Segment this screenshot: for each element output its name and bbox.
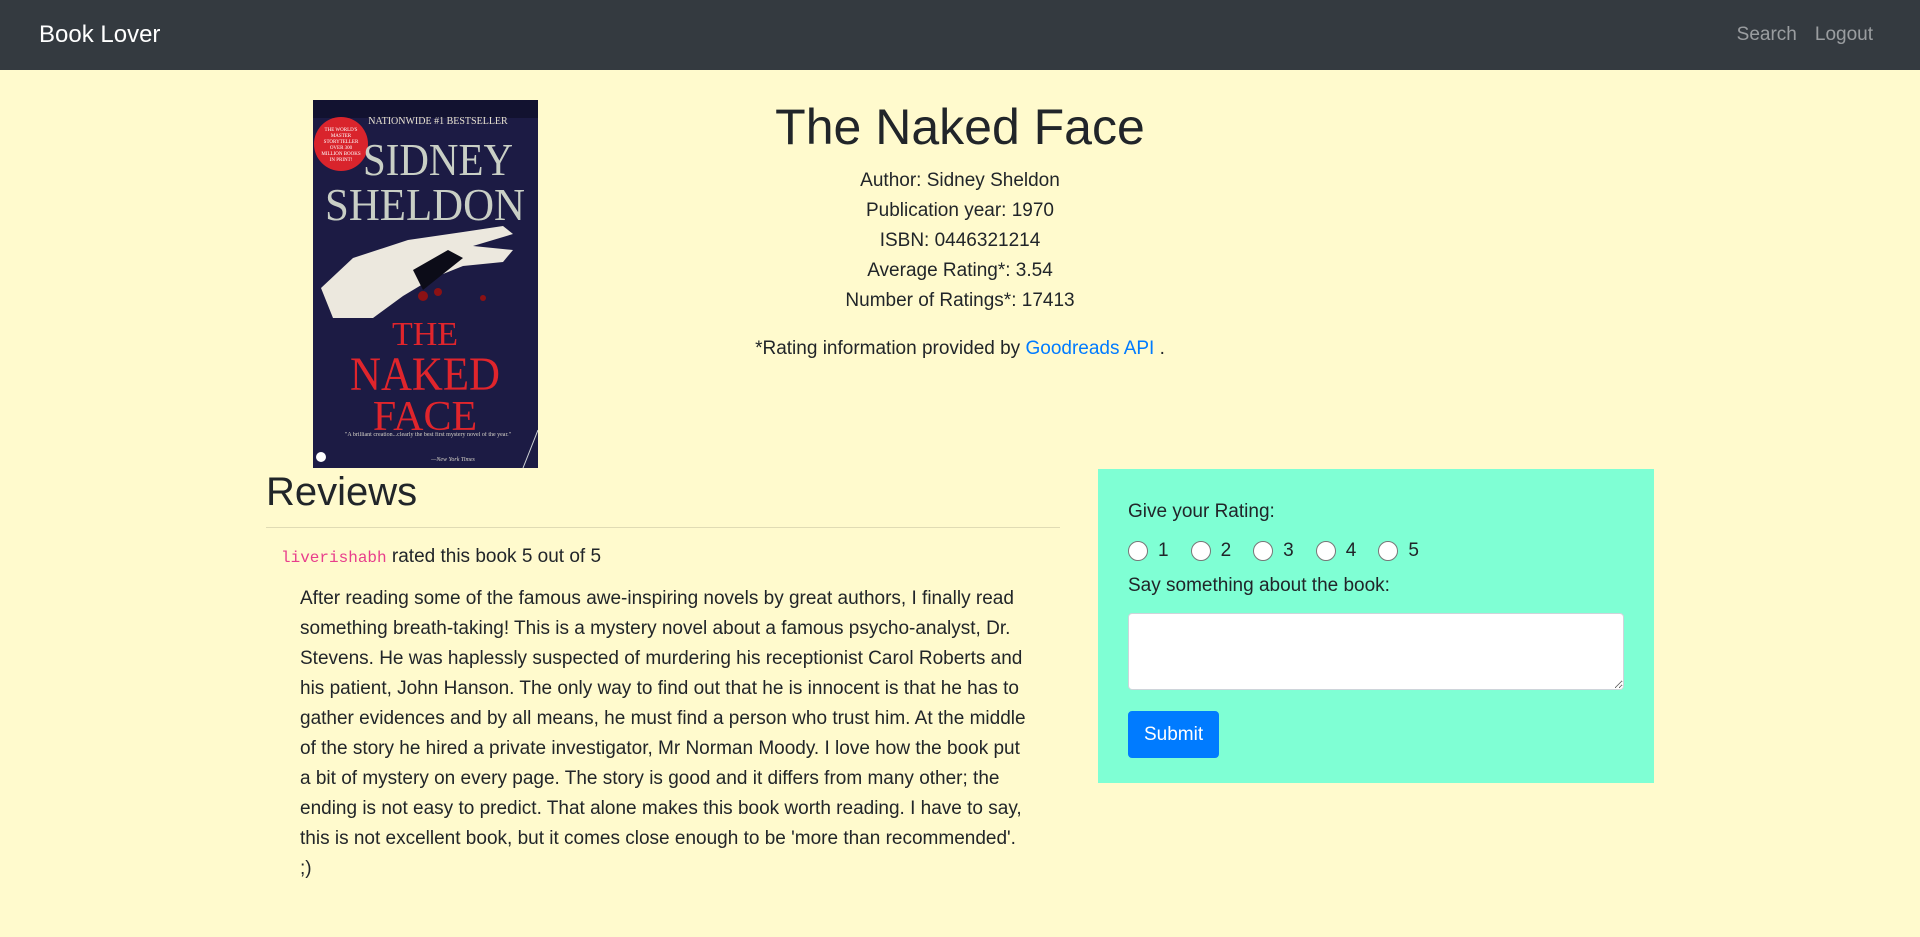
- rating-options: 1 2 3 4 5: [1128, 537, 1624, 565]
- rating-option-label: 1: [1158, 540, 1169, 561]
- cover-blurb: "A brilliant creation...clearly the best…: [344, 432, 512, 438]
- reviews-divider: [266, 527, 1060, 528]
- reviews-heading: Reviews: [266, 470, 418, 514]
- reviews-section: Reviews liverishabh rated this book 5 ou…: [266, 466, 1060, 884]
- rating-radio-4[interactable]: [1315, 541, 1336, 561]
- credit-suffix: .: [1159, 338, 1165, 359]
- book-publication-year: Publication year: 1970: [865, 200, 1054, 221]
- book-author: Author: Sidney Sheldon: [860, 170, 1060, 191]
- nav-logout-link[interactable]: Logout: [1815, 22, 1873, 48]
- book-info: The Naked Face Author: Sidney Sheldon Pu…: [560, 96, 1360, 362]
- rating-label: Give your Rating:: [1128, 501, 1275, 522]
- review-username: liverishabh: [281, 549, 387, 567]
- rating-option-label: 3: [1283, 540, 1294, 561]
- brand-link[interactable]: Book Lover: [39, 19, 160, 51]
- rating-form: Give your Rating: 1 2 3 4 5 Say somethin…: [1098, 469, 1654, 783]
- book-average-rating: Average Rating*: 3.54: [867, 260, 1053, 281]
- rating-radio-2[interactable]: [1190, 541, 1211, 561]
- credit-prefix: *Rating information provided by: [755, 338, 1021, 359]
- review-header: liverishabh rated this book 5 out of 5: [281, 544, 1060, 571]
- cover-top-banner: NATIONWIDE #1 BESTSELLER: [368, 116, 508, 127]
- goodreads-api-link[interactable]: Goodreads API: [1025, 338, 1154, 359]
- cover-blurb-source: —New York Times: [430, 457, 475, 463]
- review-item: liverishabh rated this book 5 out of 5 A…: [266, 544, 1060, 884]
- book-title: The Naked Face: [775, 99, 1145, 155]
- rating-option-label: 5: [1408, 540, 1419, 561]
- cover-author-line1: SIDNEY: [363, 134, 513, 185]
- book-isbn: ISBN: 0446321214: [879, 230, 1041, 251]
- rating-radio-1[interactable]: [1128, 541, 1148, 561]
- rating-option-4[interactable]: 4: [1315, 540, 1357, 562]
- nav-search-link[interactable]: Search: [1737, 22, 1797, 48]
- comment-label: Say something about the book:: [1128, 575, 1390, 596]
- rating-option-label: 2: [1220, 540, 1232, 561]
- book-number-of-ratings: Number of Ratings*: 17413: [845, 290, 1075, 311]
- publisher-logo-icon: [316, 452, 326, 462]
- top-navbar: Book Lover Search Logout: [0, 0, 1920, 70]
- submit-button[interactable]: Submit: [1128, 711, 1220, 758]
- cover-author-line2: SHELDON: [325, 179, 525, 230]
- rating-radio-5[interactable]: [1378, 541, 1399, 561]
- rating-option-3[interactable]: 3: [1253, 540, 1294, 562]
- book-meta-list: Author: Sidney Sheldon Publication year:…: [560, 166, 1360, 316]
- book-cover-image: NATIONWIDE #1 BESTSELLER THE WORLD'S MAS…: [313, 100, 538, 468]
- rating-option-1[interactable]: 1: [1128, 540, 1169, 562]
- rating-option-2[interactable]: 2: [1190, 540, 1232, 562]
- nav-links: Search Logout: [1737, 22, 1873, 48]
- rating-radio-3[interactable]: [1253, 541, 1274, 561]
- review-rating-text: rated this book 5 out of 5: [386, 546, 602, 567]
- rating-option-label: 4: [1345, 540, 1357, 561]
- review-body: After reading some of the famous awe-ins…: [300, 588, 1026, 879]
- rating-credit: *Rating information provided by Goodread…: [560, 336, 1360, 362]
- cover-badge-text: THE WORLD'S MASTER STORYTELLER OVER 300 …: [321, 128, 361, 163]
- rating-option-5[interactable]: 5: [1378, 540, 1419, 562]
- comment-textarea[interactable]: [1128, 613, 1624, 690]
